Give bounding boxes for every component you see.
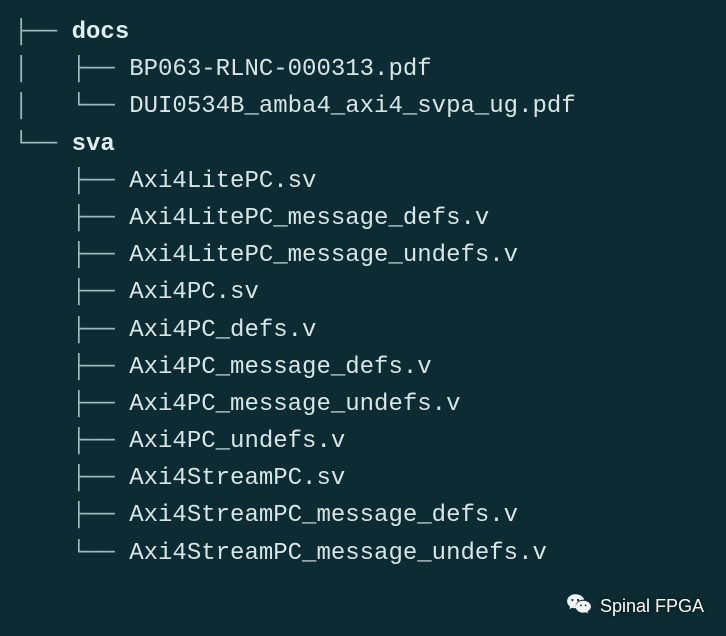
file-name: DUI0534B_amba4_axi4_svpa_ug.pdf — [129, 88, 575, 125]
tree-file-row: └── Axi4StreamPC_message_undefs.v — [14, 535, 726, 572]
file-name: Axi4LitePC.sv — [129, 163, 316, 200]
file-name: Axi4StreamPC_message_defs.v — [129, 497, 518, 534]
tree-dir-row: ├── docs — [14, 14, 726, 51]
tree-file-row: ├── Axi4PC_message_defs.v — [14, 349, 726, 386]
tree-file-row: │ ├── BP063-RLNC-000313.pdf — [14, 51, 726, 88]
tree-glyph: ├── — [14, 349, 129, 386]
tree-file-row: ├── Axi4LitePC_message_undefs.v — [14, 237, 726, 274]
tree-file-row: ├── Axi4PC_undefs.v — [14, 423, 726, 460]
tree-file-row: ├── Axi4LitePC_message_defs.v — [14, 200, 726, 237]
tree-file-row: ├── Axi4PC_defs.v — [14, 312, 726, 349]
file-name: Axi4PC_message_defs.v — [129, 349, 431, 386]
file-name: Axi4StreamPC.sv — [129, 460, 345, 497]
tree-glyph: ├── — [14, 423, 129, 460]
tree-glyph: │ └── — [14, 88, 129, 125]
file-name: BP063-RLNC-000313.pdf — [129, 51, 431, 88]
dir-name: sva — [72, 126, 115, 163]
tree-dir-row: └── sva — [14, 126, 726, 163]
dir-name: docs — [72, 14, 130, 51]
watermark-text: Spinal FPGA — [600, 596, 704, 617]
tree-glyph: ├── — [14, 237, 129, 274]
tree-file-row: ├── Axi4PC_message_undefs.v — [14, 386, 726, 423]
directory-tree: ├── docs│ ├── BP063-RLNC-000313.pdf│ └──… — [0, 0, 726, 572]
file-name: Axi4PC_message_undefs.v — [129, 386, 460, 423]
tree-glyph: ├── — [14, 312, 129, 349]
tree-file-row: ├── Axi4StreamPC.sv — [14, 460, 726, 497]
file-name: Axi4PC.sv — [129, 274, 259, 311]
tree-glyph: ├── — [14, 200, 129, 237]
tree-glyph: └── — [14, 535, 129, 572]
tree-glyph: └── — [14, 126, 72, 163]
tree-file-row: ├── Axi4PC.sv — [14, 274, 726, 311]
tree-file-row: │ └── DUI0534B_amba4_axi4_svpa_ug.pdf — [14, 88, 726, 125]
tree-glyph: ├── — [14, 460, 129, 497]
tree-glyph: ├── — [14, 274, 129, 311]
tree-glyph: ├── — [14, 14, 72, 51]
file-name: Axi4LitePC_message_undefs.v — [129, 237, 518, 274]
file-name: Axi4LitePC_message_defs.v — [129, 200, 489, 237]
file-name: Axi4StreamPC_message_undefs.v — [129, 535, 547, 572]
file-name: Axi4PC_undefs.v — [129, 423, 345, 460]
file-name: Axi4PC_defs.v — [129, 312, 316, 349]
tree-file-row: ├── Axi4LitePC.sv — [14, 163, 726, 200]
wechat-icon — [566, 591, 592, 622]
tree-glyph: ├── — [14, 163, 129, 200]
tree-glyph: │ ├── — [14, 51, 129, 88]
tree-glyph: ├── — [14, 386, 129, 423]
tree-file-row: ├── Axi4StreamPC_message_defs.v — [14, 497, 726, 534]
watermark: Spinal FPGA — [566, 591, 704, 622]
tree-glyph: ├── — [14, 497, 129, 534]
